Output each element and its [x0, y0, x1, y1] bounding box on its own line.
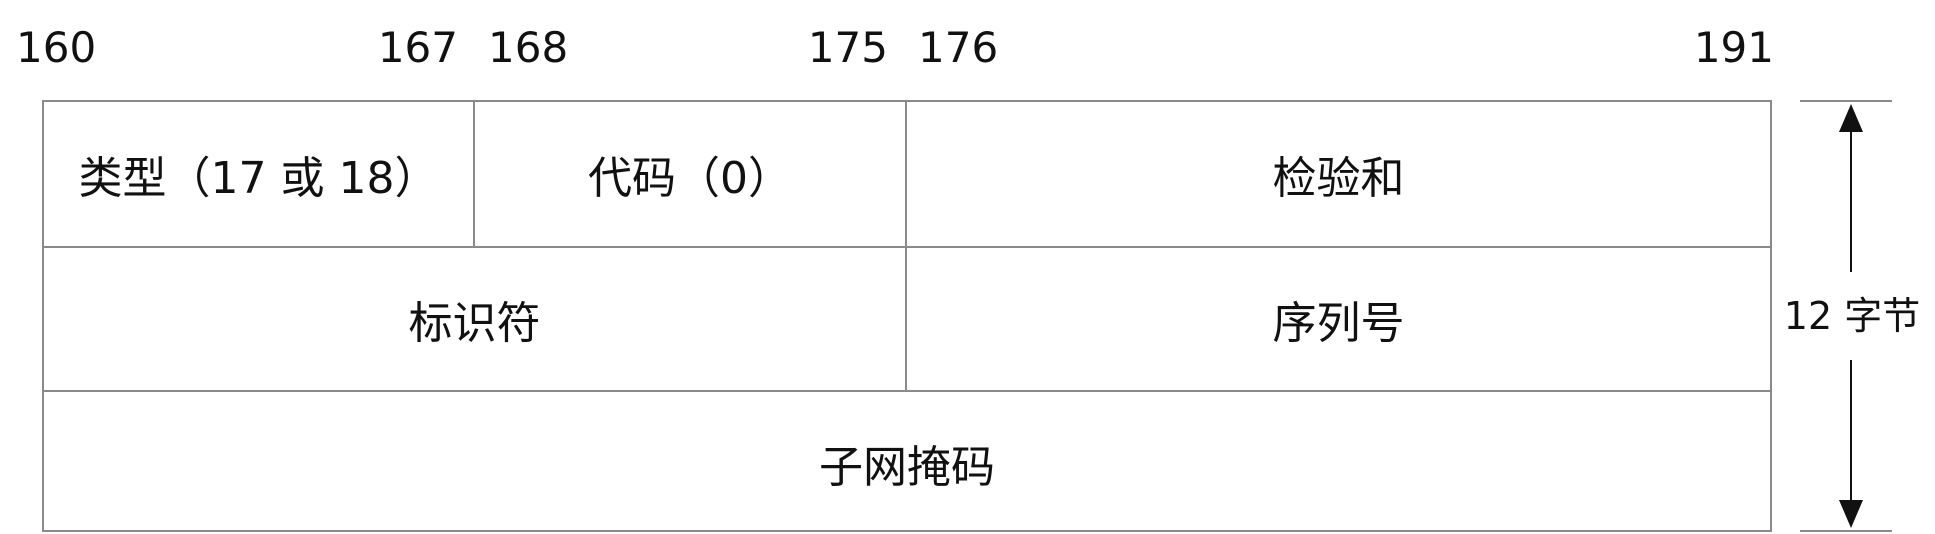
bit-tick-167: 167 — [377, 23, 458, 72]
arrow-up-icon — [1839, 104, 1863, 132]
field-sequence-number: 序列号 — [1272, 298, 1405, 349]
packet-row-3: 子网掩码 — [44, 390, 1770, 534]
packet-format-table: 类型（17 或 18） 代码（0） 检验和 标识符 序列号 子网掩码 — [42, 100, 1772, 532]
bit-tick-176: 176 — [918, 23, 999, 72]
field-identifier: 标识符 — [44, 248, 907, 390]
field-checksum: 检验和 — [1272, 153, 1405, 204]
field-subnet-mask: 子网掩码 — [819, 442, 995, 493]
packet-row-1: 类型（17 或 18） 代码（0） 检验和 — [44, 102, 1770, 246]
field-code: 代码（0） — [475, 102, 907, 246]
bit-tick-175: 175 — [807, 23, 888, 72]
arrow-down-icon — [1839, 500, 1863, 528]
bit-tick-168: 168 — [488, 23, 569, 72]
size-label: 12 字节 — [1782, 290, 1922, 342]
packet-row-2: 标识符 序列号 — [44, 246, 1770, 390]
field-type: 类型（17 或 18） — [44, 102, 475, 246]
bit-tick-160: 160 — [16, 23, 97, 72]
bit-tick-191: 191 — [1693, 23, 1774, 72]
